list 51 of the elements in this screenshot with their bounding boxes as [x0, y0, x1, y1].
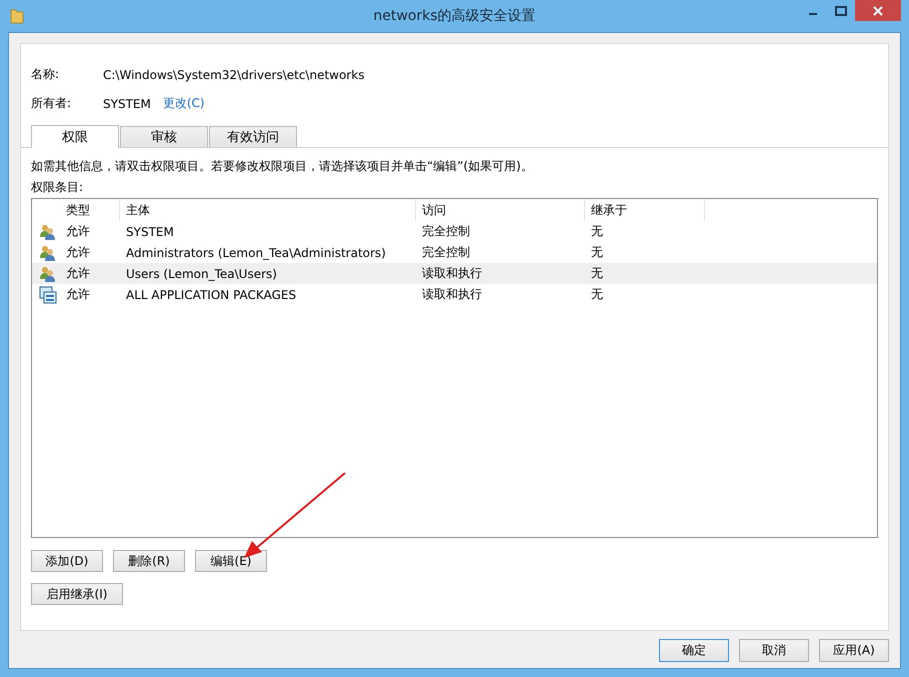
table-row[interactable]: 允许 ALL APPLICATION PACKAGES 读取和执行 无 — [32, 284, 877, 305]
close-button[interactable] — [855, 0, 901, 21]
access-cell-text: 读取和执行 — [421, 265, 483, 282]
tab[interactable]: 审核 — [120, 126, 208, 147]
tab[interactable]: 权限 — [31, 125, 119, 148]
table-row[interactable]: 允许 Users (Lemon_Tea\Users) 读取和执行 无 — [32, 263, 877, 284]
folder-icon — [10, 8, 24, 24]
entry-button[interactable]: 删除(R) — [113, 550, 185, 572]
principal-cell-text: Users (Lemon_Tea\Users) — [125, 266, 278, 280]
column-header[interactable]: 类型 — [60, 199, 120, 221]
entries-label: 权限条目: — [31, 179, 84, 196]
name-label: 名称: — [31, 66, 60, 83]
principal-cell-text: SYSTEM — [125, 224, 175, 238]
change-owner-link[interactable]: 更改(C) — [162, 95, 205, 112]
table-row[interactable]: 允许 Administrators (Lemon_Tea\Administrators) 完全控制 无 — [32, 242, 877, 263]
dialog-button[interactable]: 确定 — [659, 639, 729, 662]
user-group-icon — [39, 264, 57, 282]
enable-inheritance-button[interactable]: 启用继承(I) — [31, 583, 123, 605]
principal-cell-text: ALL APPLICATION PACKAGES — [125, 288, 298, 302]
entry-button[interactable]: 添加(D) — [31, 550, 103, 572]
inherited-cell-text: 无 — [590, 223, 604, 240]
owner-value: SYSTEM — [103, 96, 151, 110]
info-text: 如需其他信息，请双击权限项目。若要修改权限项目，请选择该项目并单击“编辑”(如果可用)。 — [31, 158, 534, 175]
type-cell-text: 允许 — [65, 265, 91, 282]
app-window-icon — [39, 286, 57, 304]
window-title: networks的高级安全设置 — [373, 7, 536, 25]
inherited-cell-text: 无 — [590, 244, 604, 261]
access-cell-text: 完全控制 — [421, 244, 471, 261]
user-group-icon — [39, 222, 57, 240]
dialog-button[interactable]: 取消 — [739, 639, 809, 662]
user-group-icon — [39, 244, 57, 262]
owner-label: 所有者: — [31, 95, 72, 112]
entry-button[interactable]: 编辑(E) — [195, 550, 267, 572]
column-header[interactable]: 主体 — [120, 199, 416, 221]
type-cell-text: 允许 — [65, 244, 91, 261]
inherited-cell-text: 无 — [590, 286, 604, 303]
type-cell-text: 允许 — [65, 286, 91, 303]
close-icon — [873, 6, 883, 16]
access-cell-text: 读取和执行 — [421, 286, 483, 303]
access-cell-text: 完全控制 — [421, 223, 471, 240]
dialog-button[interactable]: 应用(A) — [819, 639, 889, 662]
inherited-cell-text: 无 — [590, 265, 604, 282]
file-path: C:\Windows\System32\drivers\etc\networks — [103, 68, 364, 82]
table-row[interactable]: 允许 SYSTEM 完全控制 无 — [32, 221, 877, 242]
column-header[interactable]: 访问 — [416, 199, 585, 221]
minimize-icon — [809, 12, 817, 14]
principal-cell-text: Administrators (Lemon_Tea\Administrators) — [125, 246, 387, 260]
type-cell-text: 允许 — [65, 223, 91, 240]
tab[interactable]: 有效访问 — [209, 126, 297, 147]
column-header[interactable]: 继承于 — [585, 199, 705, 221]
maximize-icon — [835, 6, 847, 16]
